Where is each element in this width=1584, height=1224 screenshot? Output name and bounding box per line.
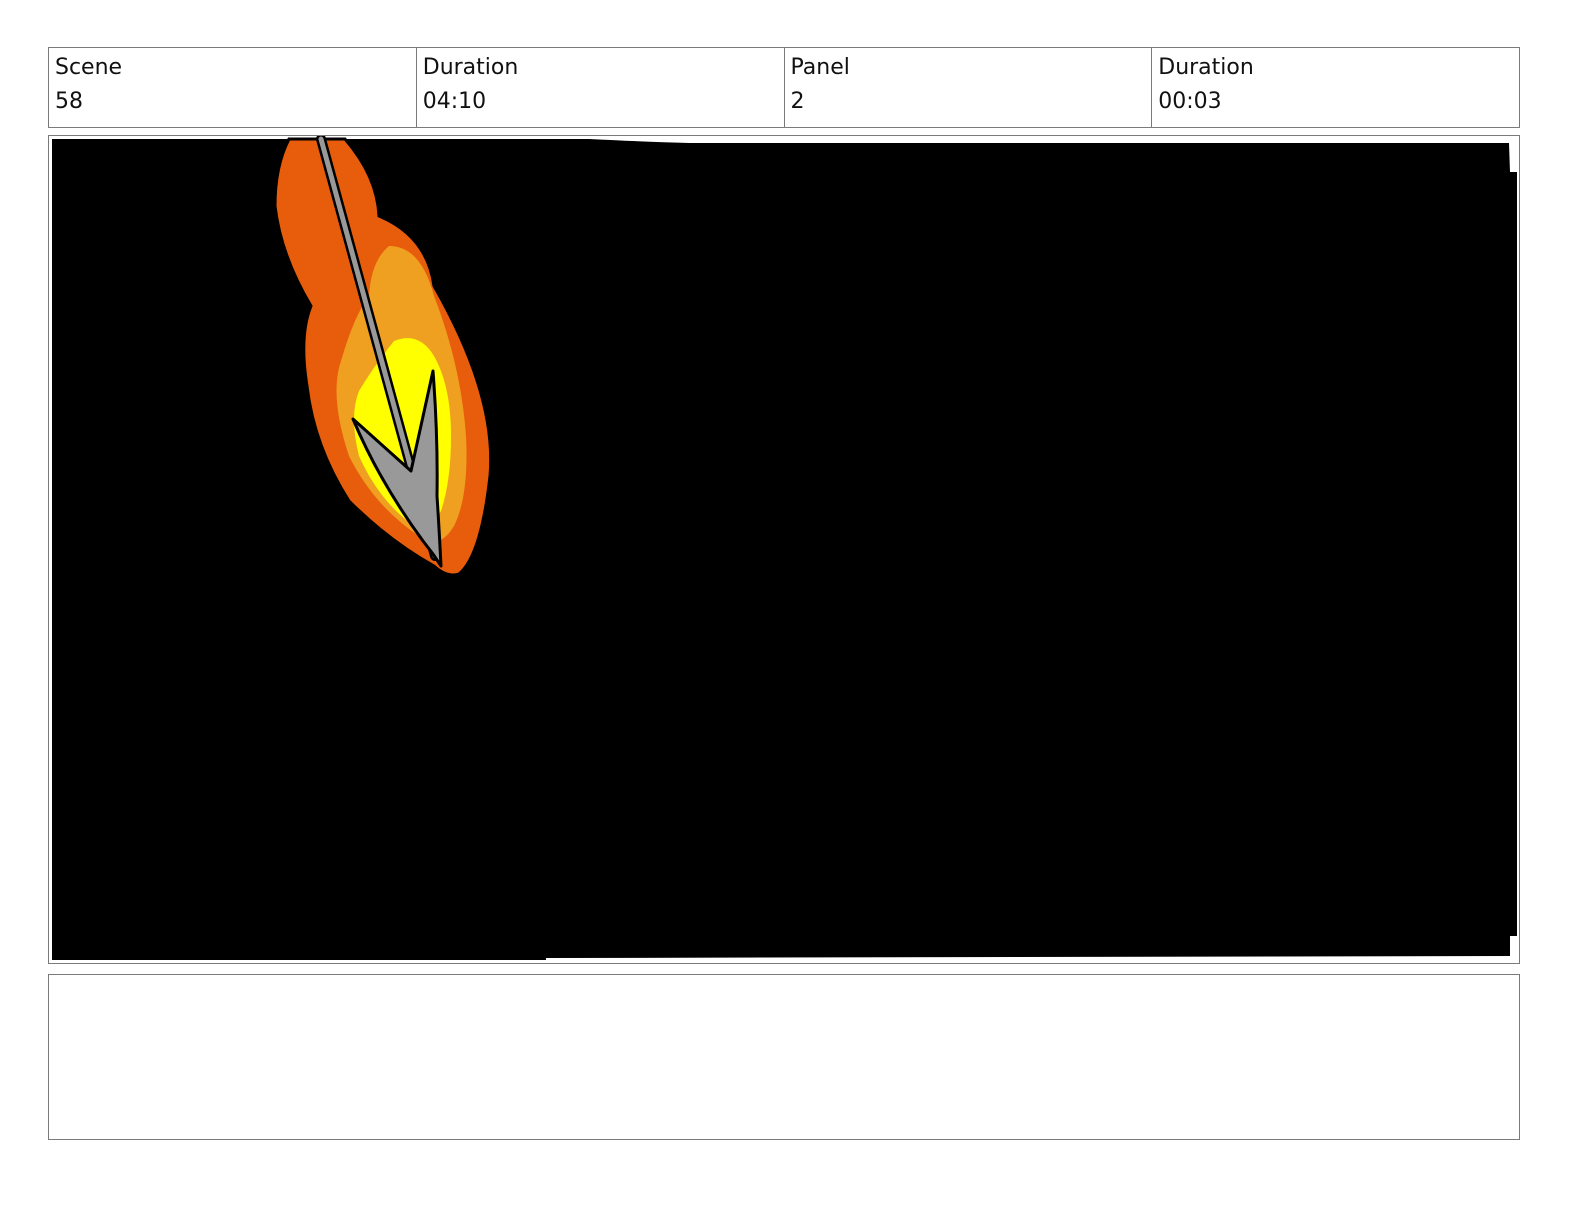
- panel-duration-cell: Duration 00:03: [1152, 48, 1519, 127]
- scene-number: 58: [55, 89, 83, 114]
- storyboard-panel-frame: [48, 135, 1520, 964]
- storyboard-panel-image: [52, 136, 1517, 960]
- panel-cell: Panel 2: [785, 48, 1153, 127]
- scene-duration-value: 04:10: [422, 89, 487, 114]
- scene-duration-label: Duration: [422, 55, 519, 80]
- panel-label: Panel: [790, 55, 850, 80]
- panel-notes-box: [48, 974, 1520, 1140]
- scene-duration-cell: Duration 04:10: [417, 48, 785, 127]
- panel-background: [52, 139, 1517, 960]
- panel-duration-label: Duration: [1158, 55, 1254, 80]
- scene-cell: Scene 58: [49, 48, 417, 127]
- panel-duration-value: 00:03: [1158, 89, 1222, 114]
- panel-info-header: Scene 58 Duration 04:10 Panel 2 Duration…: [48, 47, 1520, 128]
- panel-number: 2: [790, 89, 805, 114]
- scene-label: Scene: [55, 55, 123, 80]
